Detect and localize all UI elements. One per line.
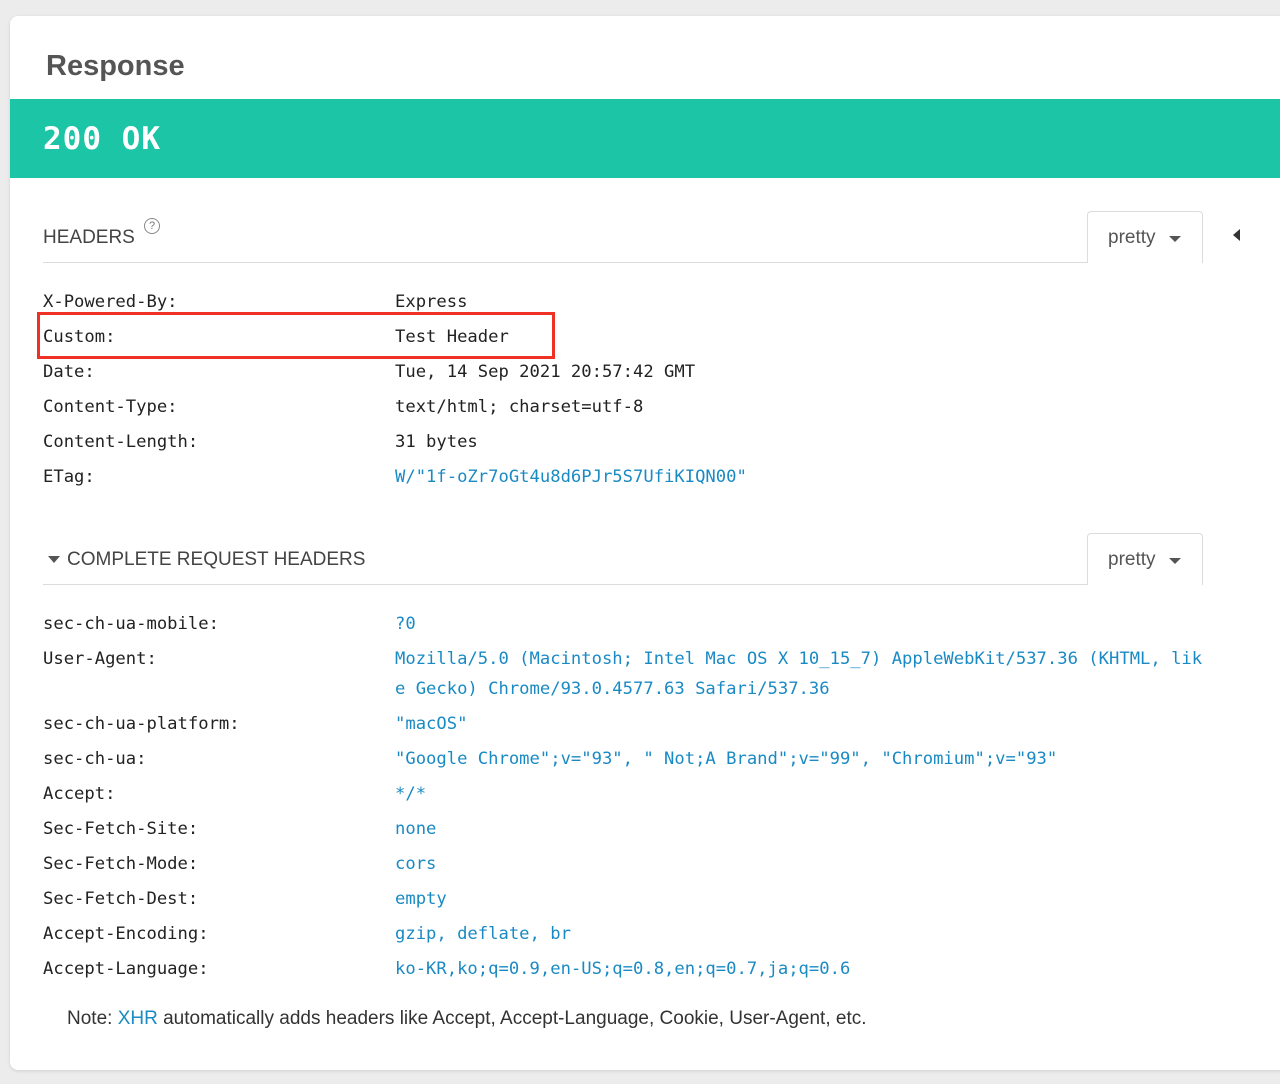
header-value: "Google Chrome";v="93", " Not;A Brand";v…: [395, 748, 1058, 769]
response-headers-header: HEADERS ? pretty: [43, 211, 1203, 263]
xhr-note: Note: XHR automatically adds headers lik…: [67, 1008, 867, 1030]
header-row: Content-Type: text/html; charset=utf-8: [43, 389, 1203, 424]
header-value: Tue, 14 Sep 2021 20:57:42 GMT: [395, 361, 696, 382]
request-headers-header[interactable]: COMPLETE REQUEST HEADERS pretty: [43, 533, 1203, 585]
chevron-down-icon: [1169, 236, 1181, 242]
caret-down-icon[interactable]: [48, 556, 60, 563]
chevron-down-icon: [1169, 558, 1181, 564]
status-text: 200 OK: [43, 121, 161, 157]
header-value: W/"1f-oZr7oGt4u8d6PJr5S7UfiKIQN00": [395, 466, 747, 487]
header-key: ETag:: [43, 466, 95, 487]
header-value: text/html; charset=utf-8: [395, 396, 644, 417]
header-row: Accept-Language: ko-KR,ko;q=0.9,en-US;q=0…: [43, 951, 1203, 986]
header-value: empty: [395, 888, 447, 909]
header-key: User-Agent:: [43, 648, 157, 669]
header-row: ETag: W/"1f-oZr7oGt4u8d6PJr5S7UfiKIQN00": [43, 459, 1203, 494]
status-bar: 200 OK: [10, 99, 1280, 178]
response-headers-format-dropdown[interactable]: pretty: [1087, 211, 1203, 263]
format-label: pretty: [1108, 549, 1156, 570]
header-value: ?0: [395, 613, 416, 634]
format-label: pretty: [1108, 227, 1156, 248]
header-value: gzip, deflate, br: [395, 923, 571, 944]
header-row: Accept: */*: [43, 776, 1203, 811]
header-key: Date:: [43, 361, 95, 382]
header-row: sec-ch-ua-mobile: ?0: [43, 606, 1203, 641]
note-suffix: automatically adds headers like Accept, …: [157, 1008, 867, 1029]
header-row: User-Agent: Mozilla/5.0 (Macintosh; Intel…: [43, 641, 1203, 706]
highlight-box: [37, 312, 555, 359]
header-key: Content-Length:: [43, 431, 199, 452]
request-headers-label[interactable]: COMPLETE REQUEST HEADERS: [67, 549, 365, 571]
response-headers-label: HEADERS: [43, 227, 135, 248]
request-headers-table: sec-ch-ua-mobile: ?0 User-Agent: Mozilla/5.…: [43, 606, 1203, 986]
header-key: sec-ch-ua-platform:: [43, 713, 240, 734]
header-value: cors: [395, 853, 437, 874]
header-row: Sec-Fetch-Mode: cors: [43, 846, 1203, 881]
header-key: Accept-Language:: [43, 958, 209, 979]
collapse-left-icon[interactable]: [1233, 229, 1240, 241]
header-row: Sec-Fetch-Dest: empty: [43, 881, 1203, 916]
response-panel: Response 200 OK HEADERS ? pretty X-Power…: [10, 16, 1280, 1070]
header-key: Sec-Fetch-Mode:: [43, 853, 199, 874]
question-circle-icon[interactable]: ?: [144, 218, 160, 234]
header-value: */*: [395, 783, 427, 804]
header-key: Content-Type:: [43, 396, 178, 417]
header-value: Mozilla/5.0 (Macintosh; Intel Mac OS X 1…: [395, 648, 1203, 699]
header-key: Accept-Encoding:: [43, 923, 209, 944]
panel-title: Response: [46, 50, 185, 82]
header-key: Accept:: [43, 783, 116, 804]
header-row: Accept-Encoding: gzip, deflate, br: [43, 916, 1203, 951]
header-row: Date: Tue, 14 Sep 2021 20:57:42 GMT: [43, 354, 1203, 389]
header-value: ko-KR,ko;q=0.9,en-US;q=0.8,en;q=0.7,ja;q…: [395, 958, 851, 979]
header-value: 31 bytes: [395, 431, 478, 452]
header-key: Sec-Fetch-Dest:: [43, 888, 199, 909]
header-value: none: [395, 818, 437, 839]
header-key: Sec-Fetch-Site:: [43, 818, 199, 839]
header-row: Content-Length: 31 bytes: [43, 424, 1203, 459]
header-row: sec-ch-ua-platform: "macOS": [43, 706, 1203, 741]
header-key: sec-ch-ua-mobile:: [43, 613, 219, 634]
header-row: Sec-Fetch-Site: none: [43, 811, 1203, 846]
header-value: "macOS": [395, 713, 468, 734]
note-prefix: Note:: [67, 1008, 118, 1029]
header-key: sec-ch-ua:: [43, 748, 147, 769]
request-headers-format-dropdown[interactable]: pretty: [1087, 533, 1203, 585]
xhr-link[interactable]: XHR: [118, 1008, 158, 1029]
header-row: sec-ch-ua: "Google Chrome";v="93", " Not;…: [43, 741, 1203, 776]
